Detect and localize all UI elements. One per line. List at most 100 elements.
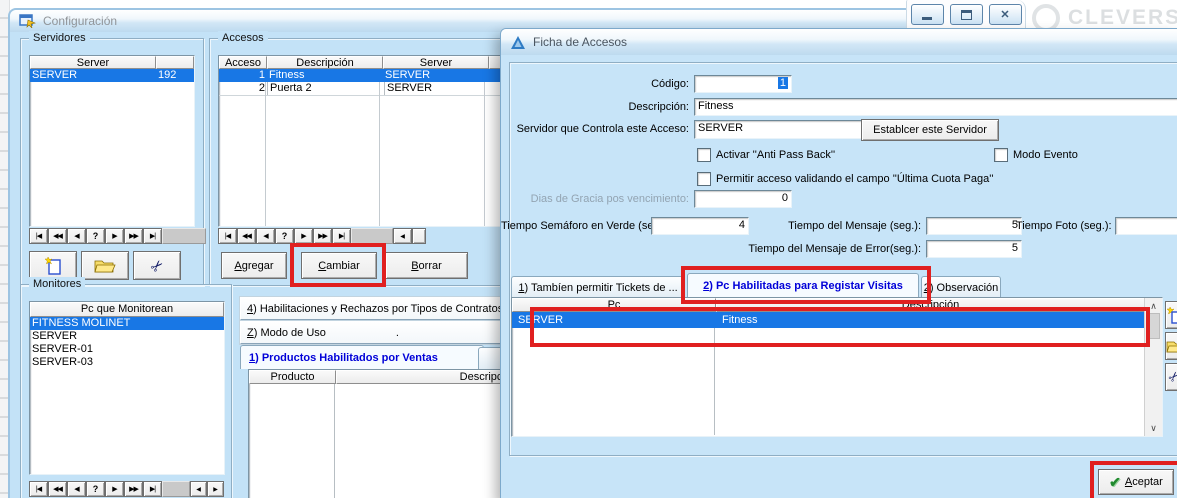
descripcion-field[interactable]: Fitness <box>694 98 1177 116</box>
open-button[interactable] <box>81 251 129 280</box>
semaforo-field[interactable]: 4 <box>651 217 749 235</box>
tiempo-foto-field[interactable] <box>1115 217 1177 235</box>
pc-table[interactable]: Pc Descripción SERVER Fitness ∧ ∨ <box>511 297 1163 437</box>
dias-gracia-field[interactable]: 0 <box>694 190 792 208</box>
nav-find-button[interactable]: ? <box>86 228 105 244</box>
restore-button[interactable] <box>950 4 983 25</box>
nav-last-button[interactable]: ▶| <box>332 228 351 244</box>
nav-first-button[interactable]: |◀ <box>29 481 48 497</box>
nav-fast-next-button[interactable]: ▶▶ <box>124 228 143 244</box>
monitores-nav: |◀ ◀◀ ◀ ? ▶ ▶▶ ▶| ◀ ▶ <box>29 481 224 497</box>
nav-next-button[interactable]: ▶ <box>105 481 124 497</box>
scroll-down-icon[interactable]: ∨ <box>1145 423 1162 433</box>
aceptar-label: Aceptar <box>1125 476 1163 488</box>
productos-col-producto[interactable]: Producto <box>249 370 336 384</box>
accesos-col-acceso[interactable]: Acceso <box>219 56 267 69</box>
scroll-up-icon[interactable]: ∧ <box>1145 301 1162 311</box>
aceptar-button[interactable]: ✔ Aceptar <box>1098 469 1174 495</box>
cleverso-logo-text: CLEVERSO <box>1068 6 1177 30</box>
hscroll-track[interactable] <box>162 481 190 497</box>
borrar-button[interactable]: Borrar <box>385 252 468 279</box>
side-new-record-button[interactable] <box>1165 301 1177 329</box>
anti-pass-back-checkbox[interactable] <box>697 148 711 162</box>
establecer-servidor-button[interactable]: Establcer este Servidor <box>861 119 999 141</box>
tab-habilitaciones-rechazos[interactable]: 4) Habilitaciones y Rechazos por Tipos d… <box>240 297 518 320</box>
monitores-item-server-03[interactable]: SERVER-03 <box>30 356 224 369</box>
close-button[interactable]: ✕ <box>989 4 1022 25</box>
tab-productos-habilitados[interactable]: 1) Productos Habilitados por Ventas <box>240 345 484 369</box>
agregar-button[interactable]: Agregar <box>221 252 287 279</box>
hscroll-right-button[interactable]: ▶ <box>207 481 224 497</box>
monitores-item-fitness-molinet[interactable]: FITNESS MOLINET <box>30 317 224 330</box>
pc-col-pc[interactable]: Pc <box>512 298 716 312</box>
minimize-button[interactable] <box>911 4 944 25</box>
accesos-row-2[interactable]: 2 Puerta 2 SERVER <box>219 82 509 96</box>
mensaje-label: Tiempo del Mensaje (seg.): <box>751 219 921 233</box>
pc-col-descripcion[interactable]: Descripción <box>716 298 1145 312</box>
scrollbar-thumb[interactable] <box>1147 313 1160 339</box>
servidores-table[interactable]: Server SERVER 192 <box>29 55 195 227</box>
codigo-field[interactable]: 1 <box>694 75 792 93</box>
nav-next-button[interactable]: ▶ <box>294 228 313 244</box>
servidores-col-extra[interactable] <box>156 56 194 69</box>
hscroll-stub[interactable] <box>412 228 426 244</box>
nav-fast-next-button[interactable]: ▶▶ <box>313 228 332 244</box>
pc-table-scrollbar[interactable]: ∧ ∨ <box>1144 298 1162 436</box>
nav-next-button[interactable]: ▶ <box>105 228 124 244</box>
mensaje-error-field[interactable]: 5 <box>926 240 1022 258</box>
accesos-group: Accesos Acceso Descripción Server 1 Fitn… <box>209 38 517 286</box>
accesos-col-server[interactable]: Server <box>383 56 489 69</box>
servidor-field[interactable]: SERVER <box>694 120 864 139</box>
nav-prev-button[interactable]: ◀ <box>256 228 275 244</box>
modo-evento-checkbox[interactable] <box>994 148 1008 162</box>
accesos-col-descripcion[interactable]: Descripción <box>267 56 383 69</box>
tab-modo-de-uso[interactable]: Z) Modo de Uso . <box>240 321 518 344</box>
mensaje-field[interactable]: 5 <box>926 217 1022 235</box>
servidores-row-selected[interactable]: SERVER 192 <box>30 69 194 82</box>
nav-last-button[interactable]: ▶| <box>143 481 162 497</box>
minimize-icon <box>922 17 932 20</box>
nav-first-button[interactable]: |◀ <box>29 228 48 244</box>
side-open-button[interactable] <box>1165 332 1177 360</box>
tab-observacion[interactable]: 2) Observación <box>921 276 1001 298</box>
ficha-title: Ficha de Accesos <box>533 35 627 49</box>
productos-col-descripcion[interactable]: Descripció <box>336 370 513 384</box>
servidor-label: Servidor que Controla este Acceso: <box>501 122 689 136</box>
nav-find-button[interactable]: ? <box>275 228 294 244</box>
tab-pc-habilitadas[interactable]: 2) Pc Habilitadas para Registar Visitas <box>687 273 919 298</box>
new-record-button[interactable] <box>29 251 77 280</box>
monitores-header[interactable]: Pc que Monitorean <box>30 302 224 317</box>
ultima-cuota-checkbox[interactable] <box>697 172 711 186</box>
nav-last-button[interactable]: ▶| <box>143 228 162 244</box>
servidores-col-server[interactable]: Server <box>30 56 156 69</box>
nav-first-button[interactable]: |◀ <box>218 228 237 244</box>
nav-filler <box>162 228 206 244</box>
tab-tickets[interactable]: 1) Tambíen permitir Tickets de ... <box>511 276 685 298</box>
tiempo-foto-label: Tiempo Foto (seg.): <box>1016 219 1111 233</box>
nav-prev-button[interactable]: ◀ <box>67 481 86 497</box>
accesos-row-1-descripcion: Fitness <box>267 69 383 82</box>
cambiar-button[interactable]: Cambiar <box>301 252 377 279</box>
side-delete-button[interactable]: ✂ <box>1165 363 1177 391</box>
accesos-table[interactable]: Acceso Descripción Server 1 Fitness SERV… <box>218 55 510 227</box>
nav-prev-button[interactable]: ◀ <box>67 228 86 244</box>
ficha-titlebar[interactable]: Ficha de Accesos <box>501 29 1177 55</box>
hscroll-track[interactable] <box>351 228 393 244</box>
delete-button[interactable]: ✂ <box>133 251 181 280</box>
monitores-item-server[interactable]: SERVER <box>30 330 224 343</box>
hscroll-left-button[interactable]: ◀ <box>190 481 207 497</box>
accesos-row-1[interactable]: 1 Fitness SERVER <box>219 69 509 82</box>
servidores-group-label: Servidores <box>29 31 90 45</box>
nav-fast-prev-button[interactable]: ◀◀ <box>48 481 67 497</box>
monitores-item-server-01[interactable]: SERVER-01 <box>30 343 224 356</box>
pc-row-server[interactable]: SERVER Fitness <box>512 312 1145 328</box>
nav-find-button[interactable]: ? <box>86 481 105 497</box>
nav-fast-next-button[interactable]: ▶▶ <box>124 481 143 497</box>
hscroll-left-button[interactable]: ◀ <box>393 228 412 244</box>
productos-table[interactable]: Producto Descripció <box>248 369 514 498</box>
nav-fast-prev-button[interactable]: ◀◀ <box>48 228 67 244</box>
accesos-group-label: Accesos <box>218 31 268 45</box>
monitores-list[interactable]: Pc que Monitorean FITNESS MOLINET SERVER… <box>29 301 225 475</box>
modo-evento-label: Modo Evento <box>1013 148 1078 162</box>
nav-fast-prev-button[interactable]: ◀◀ <box>237 228 256 244</box>
